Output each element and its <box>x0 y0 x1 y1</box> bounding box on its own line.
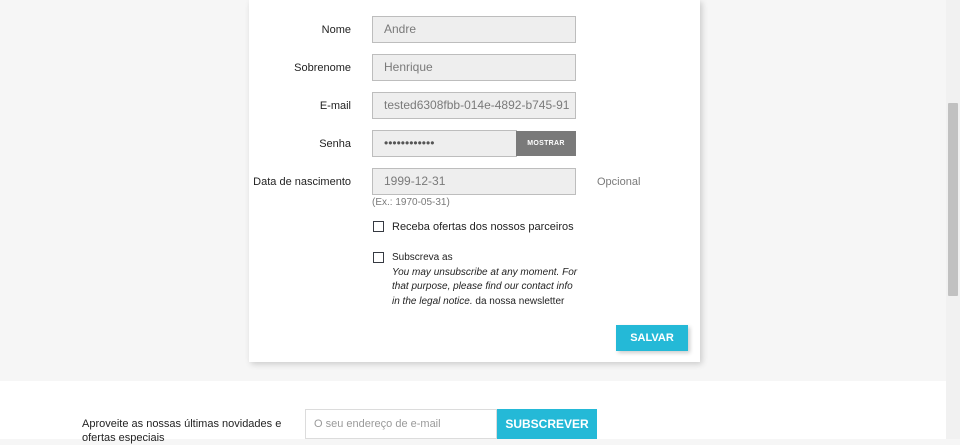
newsletter-footer-text: Aproveite as nossas últimas novidades e … <box>82 418 282 444</box>
newsletter-label: Subscreva as You may unsubscribe at any … <box>392 251 582 309</box>
password-field[interactable]: •••••••••••• <box>372 130 517 157</box>
offers-label: Receba ofertas dos nossos parceiros <box>392 221 574 233</box>
scrollbar-thumb[interactable] <box>948 103 958 296</box>
last-name-label: Sobrenome <box>294 62 351 74</box>
offers-checkbox[interactable] <box>373 221 384 232</box>
newsletter-footer: Aproveite as nossas últimas novidades e … <box>0 381 946 444</box>
last-name-field[interactable]: Henrique <box>372 54 576 81</box>
first-name-label: Nome <box>321 24 351 36</box>
email-field[interactable]: tested6308fbb-014e-4892-b745-91 <box>372 92 576 119</box>
save-button[interactable]: SALVAR <box>616 325 688 351</box>
newsletter-checkbox[interactable] <box>373 252 384 263</box>
optional-label: Opcional <box>597 176 641 188</box>
show-password-button[interactable]: MOSTRAR <box>516 131 576 156</box>
newsletter-label-start: Subscreva as <box>392 252 453 263</box>
birthday-field[interactable]: 1999-12-31 <box>372 168 576 195</box>
subscribe-button[interactable]: SUBSCREVER <box>497 409 597 439</box>
password-label: Senha <box>319 138 351 150</box>
newsletter-label-end: da nossa newsletter <box>475 295 565 307</box>
birthday-label: Data de nascimento <box>253 176 351 188</box>
page-scrollbar[interactable] <box>946 0 960 439</box>
email-label: E-mail <box>319 100 351 112</box>
birthday-hint: (Ex.: 1970-05-31) <box>372 197 450 208</box>
first-name-field[interactable]: Andre <box>372 16 576 43</box>
newsletter-email-input[interactable]: O seu endereço de e-mail <box>305 409 497 439</box>
